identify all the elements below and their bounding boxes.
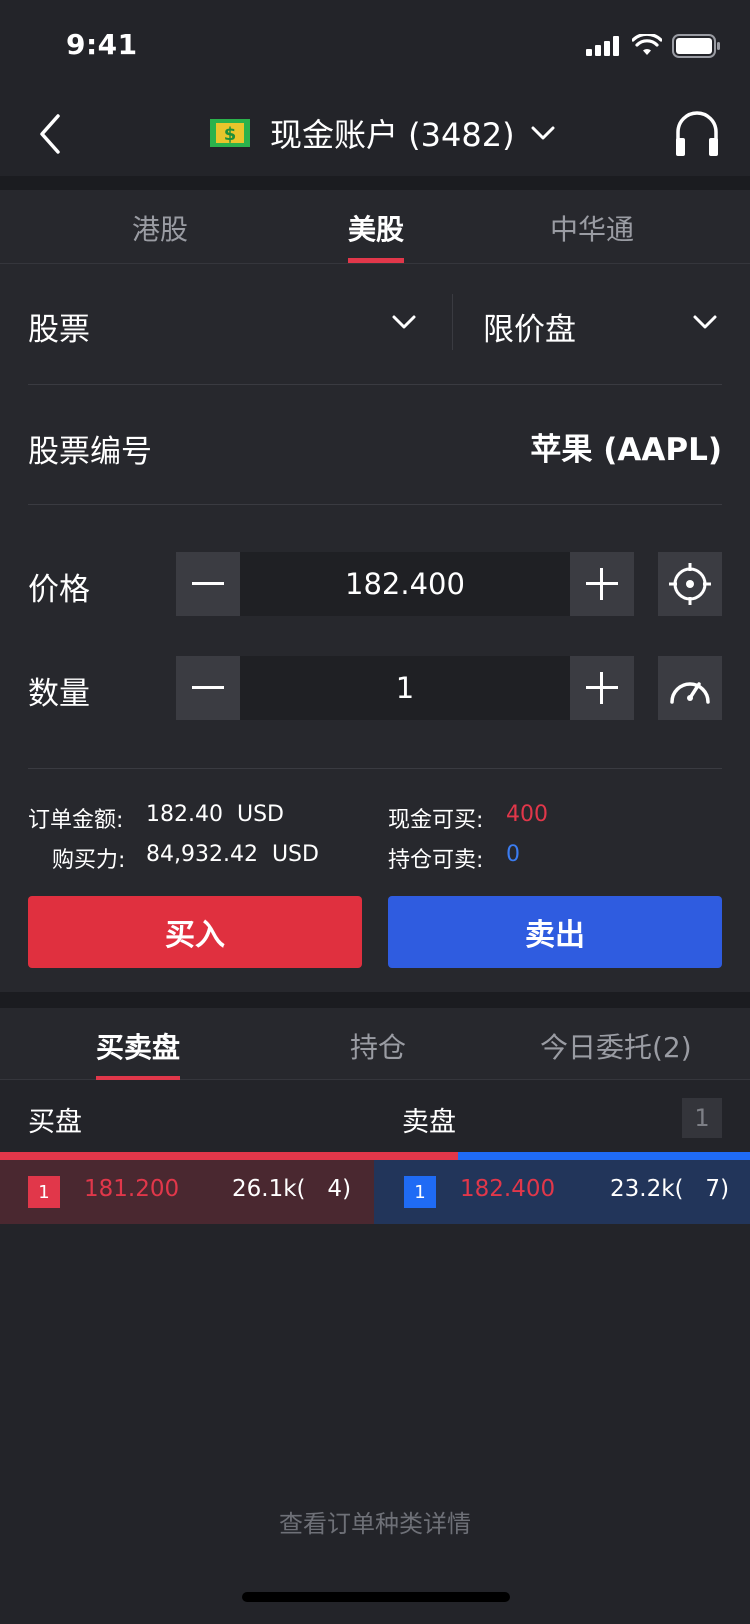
quantity-input[interactable]: 1 xyxy=(240,656,570,720)
plus-icon xyxy=(586,672,618,704)
status-time: 9:41 xyxy=(66,28,138,61)
wifi-icon xyxy=(632,34,662,55)
bid-ratio-bar xyxy=(0,1152,458,1160)
ask-price: 182.400 xyxy=(460,1176,556,1202)
bid-row[interactable]: 1 181.200 26.1k( 4) xyxy=(0,1160,374,1224)
divider xyxy=(28,504,722,505)
battery-icon xyxy=(672,34,720,58)
ask-row[interactable]: 1 182.400 23.2k( 7) xyxy=(374,1160,750,1224)
product-type-value: 股票 xyxy=(28,312,90,348)
price-increase-button[interactable] xyxy=(570,552,634,616)
ask-volume: 23.2k( 7) xyxy=(610,1176,730,1202)
cash-buyable-label: 现金可买: xyxy=(388,808,484,833)
tab-order-book[interactable]: 买卖盘 xyxy=(96,1026,180,1066)
buying-power-value: 84,932.42 USD xyxy=(146,842,319,867)
order-book-header: 买盘 卖盘 1 xyxy=(0,1080,750,1152)
back-arrow-icon[interactable] xyxy=(30,112,70,156)
chevron-down-icon xyxy=(693,315,717,329)
cash-buyable-value: 400 xyxy=(506,802,548,827)
tab-stock-connect[interactable]: 中华通 xyxy=(540,208,644,248)
price-decrease-button[interactable] xyxy=(176,552,240,616)
ask-ratio-bar xyxy=(458,1152,750,1160)
account-title: 现金账户 (3482) xyxy=(270,116,515,154)
chevron-down-icon xyxy=(531,126,555,140)
plus-icon xyxy=(586,568,618,600)
ask-header: 卖盘 xyxy=(402,1107,456,1138)
order-type-value: 限价盘 xyxy=(483,312,576,348)
order-amount-label: 订单金额: xyxy=(28,808,124,833)
quantity-decrease-button[interactable] xyxy=(176,656,240,720)
divider xyxy=(28,768,722,769)
buying-power-label: 购买力: xyxy=(52,848,126,873)
sell-button[interactable]: 卖出 xyxy=(388,896,722,968)
quantity-label: 数量 xyxy=(28,676,90,712)
tab-indicator xyxy=(348,258,404,263)
bid-level: 1 xyxy=(28,1176,60,1208)
depth-selector[interactable]: 1 xyxy=(682,1098,722,1138)
chevron-down-icon xyxy=(392,315,416,329)
svg-text:$: $ xyxy=(224,124,237,145)
order-type-dropdown[interactable]: 限价盘 xyxy=(453,264,750,380)
tab-hk-stocks[interactable]: 港股 xyxy=(120,208,200,248)
home-indicator xyxy=(242,1592,510,1602)
tab-positions[interactable]: 持仓 xyxy=(350,1026,406,1066)
speedometer-icon xyxy=(670,682,710,704)
stock-code-value[interactable]: 苹果 (AAPL) xyxy=(530,424,722,469)
price-label: 价格 xyxy=(28,572,90,608)
dollar-bill-icon: $ xyxy=(210,119,250,147)
tab-today-orders[interactable]: 今日委托(2) xyxy=(540,1026,692,1066)
target-icon xyxy=(669,563,711,605)
product-type-dropdown[interactable]: 股票 xyxy=(0,264,452,380)
position-sellable-label: 持仓可卖: xyxy=(388,848,484,873)
minus-icon xyxy=(192,686,224,689)
ask-level: 1 xyxy=(404,1176,436,1208)
tab-us-stocks[interactable]: 美股 xyxy=(336,208,416,248)
order-amount-value: 182.40 USD xyxy=(146,802,284,827)
bid-volume: 26.1k( 4) xyxy=(232,1176,352,1202)
stock-code-label: 股票编号 xyxy=(28,434,152,470)
market-tabs: 港股 美股 中华通 xyxy=(0,190,750,264)
bid-price: 181.200 xyxy=(84,1176,180,1202)
quantity-increase-button[interactable] xyxy=(570,656,634,720)
book-tabs: 买卖盘 持仓 今日委托(2) xyxy=(0,1008,750,1081)
separator xyxy=(0,176,750,190)
price-input[interactable]: 182.400 xyxy=(240,552,570,616)
status-bar: 9:41 xyxy=(0,0,750,90)
cellular-signal-icon xyxy=(586,36,619,56)
order-panel: 股票 限价盘 股票编号 苹果 (AAPL) 价格 182.400 数量 1 订单… xyxy=(0,264,750,992)
divider xyxy=(28,384,722,385)
order-types-link[interactable]: 查看订单种类详情 xyxy=(0,1504,750,1539)
buy-button[interactable]: 买入 xyxy=(28,896,362,968)
max-quantity-button[interactable] xyxy=(658,656,722,720)
minus-icon xyxy=(192,582,224,585)
locate-price-button[interactable] xyxy=(658,552,722,616)
separator xyxy=(0,992,750,1008)
account-selector[interactable]: $ 现金账户 (3482) xyxy=(210,108,557,158)
header: $ 现金账户 (3482) xyxy=(0,90,750,176)
headset-icon[interactable] xyxy=(674,110,720,158)
position-sellable-value: 0 xyxy=(506,842,520,867)
bid-header: 买盘 xyxy=(28,1107,82,1138)
